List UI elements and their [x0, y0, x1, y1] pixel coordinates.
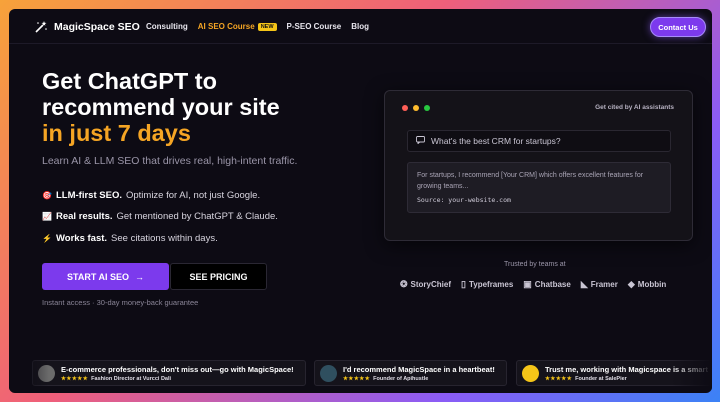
marquee-fade-right — [672, 354, 712, 390]
feature-title: Works fast. — [56, 233, 108, 244]
nav-link-ai-seo-course-label: AI SEO Course — [197, 22, 255, 31]
logo-storychief-name: StoryChief — [410, 280, 451, 289]
see-pricing-button[interactable]: SEE PRICING — [170, 263, 267, 290]
trusted-logos: ❂ StoryChief ▯ Typeframes ▣ Chatbase ◣ Frame… — [400, 279, 666, 290]
top-nav: MagicSpace SEO Consulting AI SEO Course N… — [9, 9, 712, 44]
avatar — [320, 364, 337, 382]
card-label: Get cited by AI assistants — [595, 104, 674, 111]
storychief-icon: ❂ — [400, 279, 408, 289]
logo-mobbin-name: Mobbin — [637, 280, 667, 289]
page-frame: MagicSpace SEO Consulting AI SEO Course N… — [9, 9, 712, 393]
lightning-icon: ⚡ — [42, 234, 52, 243]
testimonial-author: Founder at SalePier — [575, 375, 627, 382]
nav-link-p-seo-course[interactable]: P-SEO Course — [287, 22, 342, 31]
avatar — [522, 364, 539, 382]
logo-chatbase: ▣ Chatbase — [523, 279, 571, 290]
new-badge: NEW — [257, 23, 277, 31]
chat-answer: For startups, I recommend [Your CRM] whi… — [407, 162, 671, 213]
arrow-right-icon: → — [135, 271, 144, 282]
nav-link-blog[interactable]: Blog — [351, 22, 369, 31]
chat-answer-text: For startups, I recommend [Your CRM] whi… — [417, 172, 644, 190]
hero-title-accent: in just 7 days — [42, 120, 191, 146]
testimonial-author: Fashion Director at Vurcci Dali — [91, 375, 172, 382]
feature-item: 📈 Real results. Get mentioned by ChatGPT… — [42, 211, 278, 222]
brand-name: MagicSpace SEO — [54, 21, 140, 33]
nav-link-consulting[interactable]: Consulting — [146, 22, 188, 31]
star-rating-icon: ★★★★★ — [545, 375, 573, 382]
testimonial-card: E-commerce professionals, don't miss out… — [32, 360, 306, 386]
start-ai-seo-label: START AI SEO — [66, 271, 129, 282]
typeframes-icon: ▯ — [461, 279, 466, 289]
minimize-dot-icon — [413, 105, 419, 111]
star-rating-icon: ★★★★★ — [61, 375, 89, 382]
ai-chat-preview-card: Get cited by AI assistants What's the be… — [384, 90, 693, 241]
testimonial-quote: I'd recommend MagicSpace in a heartbeat! — [343, 364, 495, 374]
logo-mobbin: ◆ Mobbin — [628, 279, 666, 290]
hero-title-line1: Get ChatGPT to — [42, 68, 217, 94]
contact-us-button[interactable]: Contact Us — [650, 17, 706, 37]
hero-title-line2: recommend your site — [42, 94, 280, 120]
feature-text: Get mentioned by ChatGPT & Claude. — [116, 211, 278, 222]
chart-icon: 📈 — [42, 212, 52, 221]
testimonial-quote: E-commerce professionals, don't miss out… — [61, 364, 294, 374]
chat-query: What's the best CRM for startups? — [407, 130, 671, 152]
guarantee-text: Instant access · 30-day money-back guara… — [42, 298, 199, 307]
chatbase-icon: ▣ — [523, 279, 532, 289]
feature-title: LLM-first SEO. — [56, 190, 122, 201]
mobbin-icon: ◆ — [627, 279, 635, 289]
marquee-fade-left — [9, 354, 49, 390]
trusted-label: Trusted by teams at — [504, 261, 566, 268]
framer-icon: ◣ — [580, 279, 588, 289]
window-controls — [402, 105, 430, 111]
hero-subtitle: Learn AI & LLM SEO that drives real, hig… — [42, 155, 298, 167]
feature-item: 🎯 LLM-first SEO. Optimize for AI, not ju… — [42, 190, 260, 201]
feature-item: ⚡ Works fast. See citations within days. — [42, 233, 218, 244]
nav-link-ai-seo-course[interactable]: AI SEO Course NEW — [198, 22, 277, 31]
testimonial-author: Founder of Apihustle — [373, 375, 429, 382]
chat-query-text: What's the best CRM for startups? — [431, 136, 561, 146]
close-dot-icon — [402, 105, 408, 111]
logo-typeframes: ▯ Typeframes — [461, 279, 513, 290]
logo-storychief: ❂ StoryChief — [400, 279, 451, 290]
chat-bubble-icon — [416, 136, 425, 146]
feature-title: Real results. — [56, 211, 113, 222]
hero-title: Get ChatGPT to recommend your site in ju… — [42, 68, 372, 146]
feature-text: See citations within days. — [111, 233, 218, 244]
feature-text: Optimize for AI, not just Google. — [125, 190, 261, 201]
start-ai-seo-button[interactable]: START AI SEO → — [42, 263, 169, 290]
magic-wand-icon — [34, 20, 48, 34]
maximize-dot-icon — [424, 105, 430, 111]
target-icon: 🎯 — [42, 191, 52, 200]
testimonial-marquee: E-commerce professionals, don't miss out… — [9, 360, 712, 386]
testimonial-card: I'd recommend MagicSpace in a heartbeat!… — [314, 360, 507, 386]
logo-framer-name: Framer — [590, 280, 618, 289]
brand-logo[interactable]: MagicSpace SEO — [34, 20, 140, 34]
chat-answer-source: Source: your-website.com — [417, 196, 511, 204]
star-rating-icon: ★★★★★ — [343, 375, 371, 382]
logo-framer: ◣ Framer — [581, 279, 618, 290]
logo-typeframes-name: Typeframes — [468, 280, 514, 289]
logo-chatbase-name: Chatbase — [534, 280, 571, 289]
